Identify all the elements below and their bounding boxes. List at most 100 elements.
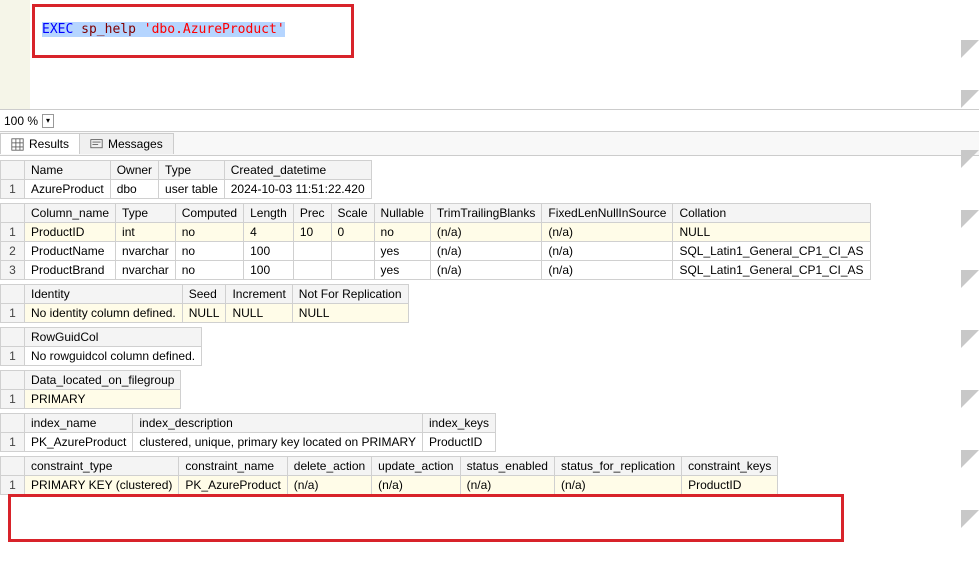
cell[interactable] xyxy=(293,261,331,280)
column-header[interactable]: constraint_name xyxy=(179,457,287,476)
column-header[interactable]: Seed xyxy=(182,285,226,304)
cell[interactable]: nvarchar xyxy=(116,261,176,280)
cell[interactable]: 10 xyxy=(293,223,331,242)
cell[interactable]: (n/a) xyxy=(554,476,681,495)
cell[interactable]: no xyxy=(374,223,430,242)
cell[interactable]: no xyxy=(175,223,243,242)
cell[interactable]: ProductBrand xyxy=(25,261,116,280)
column-header[interactable]: Data_located_on_filegroup xyxy=(25,371,181,390)
zoom-dropdown[interactable]: ▾ xyxy=(42,114,54,128)
column-header[interactable]: FixedLenNullInSource xyxy=(542,204,673,223)
cell[interactable]: ProductID xyxy=(682,476,778,495)
tab-messages[interactable]: Messages xyxy=(79,133,174,154)
cell[interactable]: int xyxy=(116,223,176,242)
column-header[interactable]: index_description xyxy=(133,414,423,433)
column-header[interactable]: Owner xyxy=(110,161,158,180)
column-header[interactable]: Scale xyxy=(331,204,374,223)
row-number: 1 xyxy=(1,390,25,409)
cell[interactable]: (n/a) xyxy=(287,476,371,495)
cell[interactable]: 100 xyxy=(244,261,294,280)
cell[interactable]: NULL xyxy=(182,304,226,323)
cell[interactable]: AzureProduct xyxy=(25,180,111,199)
column-header[interactable]: Type xyxy=(159,161,225,180)
cell[interactable]: ProductID xyxy=(422,433,495,452)
table-row[interactable]: 3ProductBrandnvarcharno100yes(n/a)(n/a)S… xyxy=(1,261,871,280)
cell[interactable] xyxy=(331,242,374,261)
column-header[interactable]: Computed xyxy=(175,204,243,223)
zoom-toolbar: 100 % ▾ xyxy=(0,110,979,132)
tab-results[interactable]: Results xyxy=(0,133,80,154)
cell[interactable]: dbo xyxy=(110,180,158,199)
cell[interactable]: ProductID xyxy=(25,223,116,242)
column-header[interactable]: Nullable xyxy=(374,204,430,223)
cell[interactable]: clustered, unique, primary key located o… xyxy=(133,433,423,452)
cell[interactable]: ProductName xyxy=(25,242,116,261)
column-header[interactable]: status_for_replication xyxy=(554,457,681,476)
cell[interactable]: NULL xyxy=(226,304,292,323)
column-header[interactable]: Column_name xyxy=(25,204,116,223)
annotation-highlight-constraint xyxy=(8,494,844,542)
cell[interactable]: 2024-10-03 11:51:22.420 xyxy=(224,180,371,199)
row-number: 3 xyxy=(1,261,25,280)
cell[interactable]: (n/a) xyxy=(460,476,554,495)
column-header[interactable]: Created_datetime xyxy=(224,161,371,180)
cell[interactable] xyxy=(331,261,374,280)
row-number-header xyxy=(1,204,25,223)
column-header[interactable]: Length xyxy=(244,204,294,223)
cell[interactable]: (n/a) xyxy=(542,223,673,242)
cell[interactable]: PRIMARY KEY (clustered) xyxy=(25,476,179,495)
cell[interactable]: (n/a) xyxy=(542,242,673,261)
cell[interactable]: No rowguidcol column defined. xyxy=(25,347,202,366)
cell[interactable]: 0 xyxy=(331,223,374,242)
result-grid-table1: NameOwnerTypeCreated_datetime1AzureProdu… xyxy=(0,160,979,199)
column-header[interactable]: Collation xyxy=(673,204,870,223)
cell[interactable]: SQL_Latin1_General_CP1_CI_AS xyxy=(673,242,870,261)
cell[interactable]: 4 xyxy=(244,223,294,242)
column-header[interactable]: constraint_type xyxy=(25,457,179,476)
cell[interactable]: (n/a) xyxy=(430,261,541,280)
cell[interactable]: No identity column defined. xyxy=(25,304,183,323)
cell[interactable]: no xyxy=(175,242,243,261)
column-header[interactable]: RowGuidCol xyxy=(25,328,202,347)
table-row[interactable]: 1No rowguidcol column defined. xyxy=(1,347,202,366)
column-header[interactable]: index_keys xyxy=(422,414,495,433)
column-header[interactable]: update_action xyxy=(372,457,460,476)
column-header[interactable]: Type xyxy=(116,204,176,223)
column-header[interactable]: Increment xyxy=(226,285,292,304)
column-header[interactable]: delete_action xyxy=(287,457,371,476)
row-number: 1 xyxy=(1,223,25,242)
table-row[interactable]: 1PK_AzureProductclustered, unique, prima… xyxy=(1,433,496,452)
table-row[interactable]: 1PRIMARY KEY (clustered)PK_AzureProduct(… xyxy=(1,476,778,495)
cell[interactable]: PK_AzureProduct xyxy=(25,433,133,452)
column-header[interactable]: Not For Replication xyxy=(292,285,408,304)
table-row[interactable]: 2ProductNamenvarcharno100yes(n/a)(n/a)SQ… xyxy=(1,242,871,261)
column-header[interactable]: TrimTrailingBlanks xyxy=(430,204,541,223)
table-row[interactable]: 1No identity column defined.NULLNULLNULL xyxy=(1,304,409,323)
cell[interactable]: SQL_Latin1_General_CP1_CI_AS xyxy=(673,261,870,280)
cell[interactable]: 100 xyxy=(244,242,294,261)
cell[interactable]: user table xyxy=(159,180,225,199)
table-row[interactable]: 1PRIMARY xyxy=(1,390,181,409)
messages-icon xyxy=(90,138,103,151)
column-header[interactable]: Prec xyxy=(293,204,331,223)
cell[interactable]: (n/a) xyxy=(430,242,541,261)
column-header[interactable]: status_enabled xyxy=(460,457,554,476)
column-header[interactable]: constraint_keys xyxy=(682,457,778,476)
cell[interactable]: (n/a) xyxy=(430,223,541,242)
table-row[interactable]: 1AzureProductdbouser table2024-10-03 11:… xyxy=(1,180,372,199)
cell[interactable] xyxy=(293,242,331,261)
cell[interactable]: PRIMARY xyxy=(25,390,181,409)
cell[interactable]: NULL xyxy=(292,304,408,323)
cell[interactable]: yes xyxy=(374,261,430,280)
cell[interactable]: nvarchar xyxy=(116,242,176,261)
cell[interactable]: PK_AzureProduct xyxy=(179,476,287,495)
column-header[interactable]: Identity xyxy=(25,285,183,304)
table-row[interactable]: 1ProductIDintno4100no(n/a)(n/a)NULL xyxy=(1,223,871,242)
cell[interactable]: (n/a) xyxy=(542,261,673,280)
column-header[interactable]: index_name xyxy=(25,414,133,433)
cell[interactable]: NULL xyxy=(673,223,870,242)
cell[interactable]: (n/a) xyxy=(372,476,460,495)
cell[interactable]: yes xyxy=(374,242,430,261)
cell[interactable]: no xyxy=(175,261,243,280)
column-header[interactable]: Name xyxy=(25,161,111,180)
